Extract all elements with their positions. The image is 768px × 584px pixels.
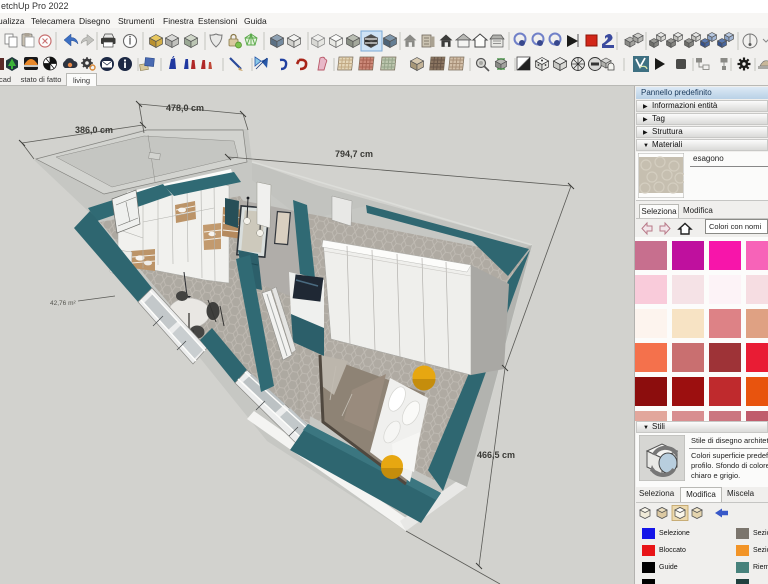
svg-text:794,7 cm: 794,7 cm (335, 149, 373, 159)
svg-text:386,0 cm: 386,0 cm (75, 125, 113, 135)
svg-text:478,0 cm: 478,0 cm (166, 103, 204, 113)
svg-text:42,76 m²: 42,76 m² (50, 300, 76, 307)
svg-text:466,5 cm: 466,5 cm (477, 450, 515, 460)
